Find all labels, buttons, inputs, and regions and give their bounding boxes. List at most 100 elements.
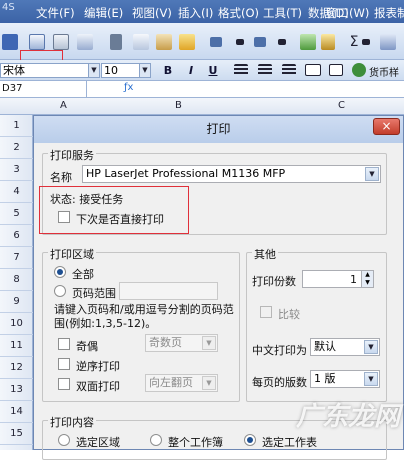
row-header[interactable]: 2 xyxy=(0,137,33,159)
menu-format[interactable]: 格式(O) xyxy=(218,5,259,21)
chevron-down-icon[interactable]: ▼ xyxy=(365,167,379,181)
column-header-bar: A B C xyxy=(0,98,404,115)
row-header[interactable]: 3 xyxy=(0,159,33,181)
copies-label: 打印份数 xyxy=(252,275,296,288)
merge-center-icon[interactable] xyxy=(305,64,321,76)
row-header[interactable]: 8 xyxy=(0,269,33,291)
name-box[interactable]: D37 xyxy=(2,83,22,94)
row-header[interactable]: 6 xyxy=(0,225,33,247)
format-painter-icon[interactable] xyxy=(179,34,195,50)
menu-window[interactable]: 窗口(W) xyxy=(326,5,369,21)
radio-selection[interactable] xyxy=(58,434,70,446)
chevron-down-icon[interactable]: ▼ xyxy=(88,64,99,77)
paste-icon[interactable] xyxy=(156,34,172,50)
print-preview-icon[interactable] xyxy=(53,34,69,50)
column-header-a[interactable]: A xyxy=(60,100,67,111)
page-range-hint: 请键入页码和/或用逗号分割的页码范围(例如:1,3,5-12)。 xyxy=(54,303,234,330)
undo-icon[interactable] xyxy=(210,37,222,47)
cut-icon[interactable] xyxy=(110,34,122,50)
row-header[interactable]: 7 xyxy=(0,247,33,269)
font-size-combo[interactable]: 10 ▼ xyxy=(101,63,151,78)
row-header[interactable]: 15 xyxy=(0,423,33,445)
redo-icon[interactable] xyxy=(254,37,266,47)
undo-dropdown-icon[interactable] xyxy=(236,39,244,45)
row-header[interactable]: 11 xyxy=(0,335,33,357)
row-header[interactable]: 1 xyxy=(0,115,33,137)
menu-report[interactable]: 报表制 xyxy=(374,5,404,21)
printer-select[interactable]: HP LaserJet Professional M1136 MFP ▼ xyxy=(82,165,381,183)
font-size-value: 10 xyxy=(104,64,118,77)
chevron-down-icon[interactable]: ▼ xyxy=(202,336,216,350)
row-header-bar: 1 2 3 4 5 6 7 8 9 10 11 12 13 14 15 xyxy=(0,115,33,450)
row-header[interactable]: 14 xyxy=(0,401,33,423)
underline-button[interactable]: U xyxy=(206,63,220,78)
odd-even-label: 奇偶 xyxy=(76,340,98,353)
font-name-combo[interactable]: 宋体 ▼ xyxy=(0,63,100,78)
row-header[interactable]: 5 xyxy=(0,203,33,225)
close-button[interactable]: × xyxy=(373,118,400,135)
autosum-icon[interactable]: Σ xyxy=(346,34,362,50)
page-range-input[interactable] xyxy=(119,282,218,300)
copy-icon[interactable] xyxy=(133,34,149,50)
divider xyxy=(86,81,87,97)
chevron-down-icon[interactable]: ▼ xyxy=(364,340,378,354)
function-icon[interactable]: ƒx xyxy=(124,82,133,93)
print-service-legend: 打印服务 xyxy=(48,147,96,163)
align-right-icon[interactable] xyxy=(282,64,296,76)
standard-toolbar: Σ xyxy=(0,23,404,89)
row-header[interactable]: 10 xyxy=(0,313,33,335)
chevron-down-icon[interactable]: ▼ xyxy=(364,372,378,386)
menu-edit[interactable]: 编辑(E) xyxy=(84,5,123,21)
italic-button[interactable]: I xyxy=(184,63,198,78)
save-icon[interactable] xyxy=(2,34,18,50)
autosum-dropdown-icon[interactable] xyxy=(362,39,370,45)
column-header-b[interactable]: B xyxy=(175,100,182,111)
watermark: 广东龙网 xyxy=(296,402,401,432)
pages-per-sheet-label: 每页的版数 xyxy=(252,376,307,389)
align-center-icon[interactable] xyxy=(258,64,272,76)
chevron-down-icon[interactable]: ▼ xyxy=(202,376,216,390)
radio-page-range[interactable] xyxy=(54,285,66,297)
align-left-icon[interactable] xyxy=(234,64,248,76)
menu-view[interactable]: 视图(V) xyxy=(132,5,172,21)
printer-name-label: 名称 xyxy=(50,171,72,184)
copies-spinner[interactable]: 1 ▲ ▼ xyxy=(302,270,374,288)
drawing-icon[interactable] xyxy=(321,34,335,50)
row-header[interactable]: 12 xyxy=(0,357,33,379)
menu-file[interactable]: 文件(F) xyxy=(36,5,75,21)
print-setup-icon[interactable] xyxy=(77,34,93,50)
menu-insert[interactable]: 插入(I) xyxy=(178,5,213,21)
radio-sheet[interactable] xyxy=(244,434,256,446)
chevron-up-icon[interactable]: ▲ xyxy=(361,271,373,279)
radio-workbook[interactable] xyxy=(150,434,162,446)
collate-checkbox[interactable] xyxy=(260,306,272,318)
pages-per-sheet-select[interactable]: 1 版 ▼ xyxy=(310,370,380,388)
radio-sheet-label: 选定工作表 xyxy=(262,436,317,449)
chevron-down-icon[interactable]: ▼ xyxy=(139,64,150,77)
radio-all[interactable] xyxy=(54,266,66,278)
duplex-checkbox[interactable] xyxy=(58,378,70,390)
menu-tools[interactable]: 工具(T) xyxy=(263,5,302,21)
reverse-print-checkbox[interactable] xyxy=(58,358,70,370)
bold-button[interactable]: B xyxy=(161,63,175,78)
row-header[interactable]: 4 xyxy=(0,181,33,203)
row-header[interactable]: 9 xyxy=(0,291,33,313)
odd-even-select[interactable]: 奇数页 ▼ xyxy=(145,334,218,352)
print-icon[interactable] xyxy=(29,34,45,50)
row-header[interactable]: 13 xyxy=(0,379,33,401)
duplex-value: 向左翻页 xyxy=(149,376,193,389)
chinese-print-select[interactable]: 默认 ▼ xyxy=(310,338,380,356)
odd-even-checkbox[interactable] xyxy=(58,338,70,350)
print-content-legend: 打印内容 xyxy=(48,414,96,430)
column-header-c[interactable]: C xyxy=(338,100,345,111)
hyperlink-icon[interactable] xyxy=(300,34,316,50)
chevron-down-icon[interactable]: ▼ xyxy=(361,279,373,287)
currency-style-label[interactable]: 货币样 xyxy=(369,64,399,79)
print-range-legend: 打印区域 xyxy=(48,246,96,262)
sort-icon[interactable] xyxy=(380,34,396,50)
currency-icon[interactable] xyxy=(352,63,366,77)
redo-dropdown-icon[interactable] xyxy=(278,39,286,45)
merge-cells-icon[interactable] xyxy=(329,64,343,76)
duplex-select[interactable]: 向左翻页 ▼ xyxy=(145,374,218,392)
collate-label: 比较 xyxy=(278,308,300,321)
